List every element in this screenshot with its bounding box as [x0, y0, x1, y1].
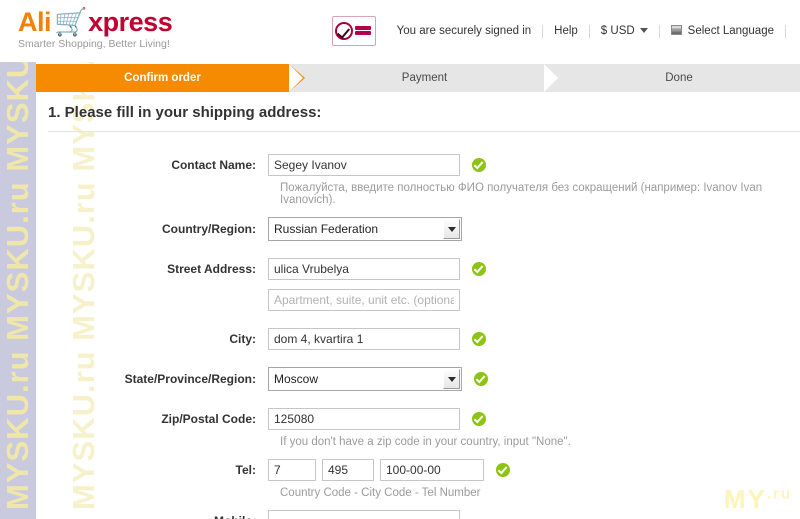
- apartment-row: [36, 289, 800, 311]
- zip-hint: If you don't have a zip code in your cou…: [280, 436, 571, 448]
- tel-number-input[interactable]: [380, 459, 484, 481]
- mobile-label: Mobile:: [36, 514, 268, 519]
- logo-ali-text: Ali: [18, 7, 52, 37]
- verisign-wordmark: [354, 25, 371, 37]
- country-label: Country/Region:: [162, 222, 256, 236]
- site-header: Ali 🛒xpress Smarter Shopping, Better Livi…: [0, 0, 800, 62]
- zip-row: Zip/Postal Code:: [36, 408, 800, 430]
- mobile-input[interactable]: [268, 510, 460, 519]
- country-selected-value: Russian Federation: [274, 222, 379, 236]
- city-row: City:: [36, 328, 800, 350]
- city-input[interactable]: [268, 328, 460, 350]
- city-check-circle-icon: [472, 332, 486, 346]
- aliexpress-logo[interactable]: Ali 🛒xpress Smarter Shopping, Better Livi…: [18, 7, 173, 50]
- step-done[interactable]: Done: [558, 64, 800, 92]
- contact-name-hint: Пожалуйста, введите полностью ФИО получа…: [280, 182, 763, 206]
- watermark-br-text: MY: [723, 484, 767, 514]
- tel-hint: Country Code - City Code - Tel Number: [280, 487, 481, 499]
- tel-label: Tel:: [235, 463, 256, 477]
- tel-check-circle-icon: [496, 463, 510, 477]
- language-label: Select Language: [687, 25, 774, 37]
- zip-input[interactable]: [268, 408, 460, 430]
- language-selector[interactable]: Select Language: [660, 25, 785, 37]
- checkout-progress-steps: Confirm order Payment Done: [36, 64, 800, 92]
- currency-label: $ USD: [600, 25, 635, 37]
- shopping-cart-icon: 🛒: [54, 7, 88, 37]
- logo-xpress-text: xpress: [88, 7, 173, 37]
- help-link[interactable]: Help: [543, 25, 589, 37]
- logo-tagline: Smarter Shopping, Better Living!: [18, 38, 170, 50]
- country-select[interactable]: Russian Federation: [268, 217, 462, 241]
- city-label: City:: [229, 332, 256, 346]
- street-address-row: Street Address:: [36, 258, 800, 280]
- state-row: State/Province/Region: Moscow: [36, 367, 800, 391]
- checkout-page: MYSKU.ru MYSKU.ru MYSKU.ru MYSKU.ru MYSK…: [0, 0, 800, 519]
- street-address-input[interactable]: [268, 258, 460, 280]
- step-confirm-order[interactable]: Confirm order: [36, 64, 289, 92]
- shipping-address-panel: 1. Please fill in your shipping address:…: [36, 92, 800, 519]
- step-notch-2-icon: [544, 64, 558, 92]
- contact-name-input[interactable]: [268, 154, 460, 176]
- watermark-left-bar: MYSKU.ru MYSKU.ru MYSKU.ru MYSKU.ru: [0, 0, 36, 519]
- contact-name-row: Contact Name:: [36, 154, 800, 176]
- signed-in-status: You are securely signed in: [396, 25, 532, 37]
- tel-country-code-input[interactable]: [268, 459, 316, 481]
- verisign-secured-badge-icon[interactable]: [331, 16, 376, 46]
- mobile-row: Mobile:: [36, 510, 800, 519]
- header-utility-nav: You are securely signed in Help $ USD Se…: [331, 16, 786, 46]
- street-address-check-circle-icon: [472, 262, 486, 276]
- watermark-br-suffix: .ru: [766, 485, 792, 503]
- watermark-left-text: MYSKU.ru MYSKU.ru MYSKU.ru MYSKU.ru: [0, 0, 35, 510]
- state-label: State/Province/Region:: [124, 372, 256, 386]
- apartment-input[interactable]: [268, 289, 460, 311]
- state-selected-value: Moscow: [274, 372, 319, 386]
- state-select[interactable]: Moscow: [268, 367, 462, 391]
- chevron-down-icon[interactable]: [443, 369, 460, 389]
- watermark-bottom-right: MY.ru: [724, 484, 792, 515]
- contact-name-label: Contact Name:: [171, 158, 256, 172]
- state-check-circle-icon: [474, 372, 488, 386]
- chevron-down-icon[interactable]: [443, 219, 460, 239]
- step-notch-1-icon: [289, 64, 303, 92]
- verisign-check-icon: [334, 22, 353, 40]
- page-title: 1. Please fill in your shipping address:: [48, 104, 322, 121]
- contact-name-check-circle-icon: [472, 158, 486, 172]
- country-row: Country/Region: Russian Federation: [36, 217, 800, 241]
- shipping-address-form: Contact Name: Пожалуйста, введите полнос…: [36, 132, 800, 519]
- street-address-label: Street Address:: [167, 262, 256, 276]
- zip-label: Zip/Postal Code:: [161, 412, 256, 426]
- tel-row: Tel:: [36, 459, 800, 481]
- step-payment[interactable]: Payment: [305, 64, 544, 92]
- currency-selector[interactable]: $ USD: [590, 25, 659, 37]
- chevron-down-icon: [639, 28, 648, 34]
- header-divider: [785, 24, 786, 38]
- zip-check-circle-icon: [472, 412, 486, 426]
- flag-icon: [670, 25, 682, 35]
- tel-city-code-input[interactable]: [322, 459, 374, 481]
